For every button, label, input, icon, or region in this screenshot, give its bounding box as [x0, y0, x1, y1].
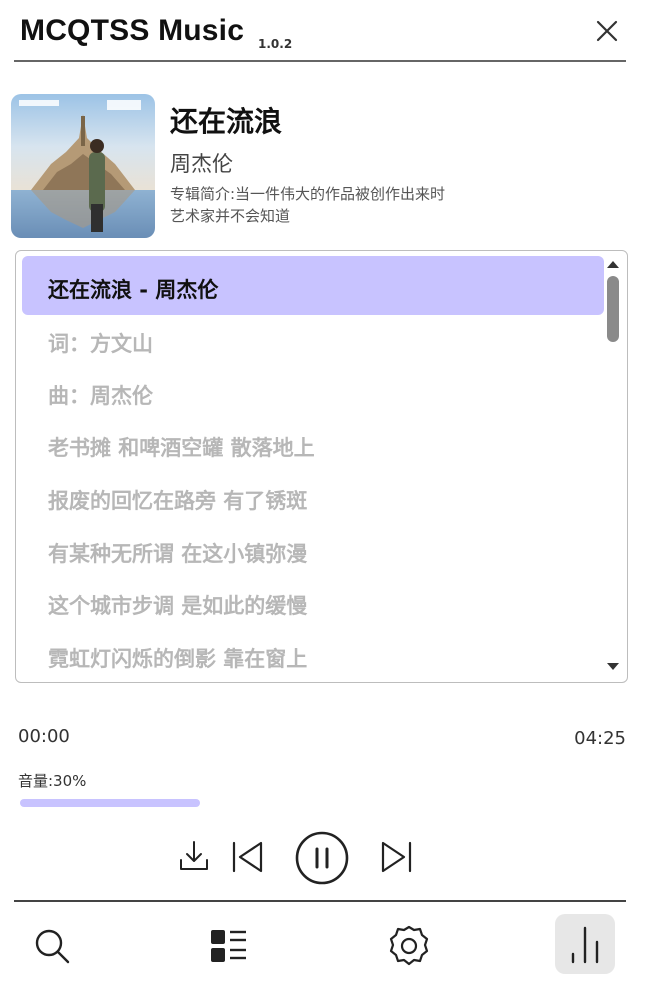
next-icon [381, 841, 412, 873]
album-description: 专辑简介:当一件伟大的作品被创作出来时 艺术家并不会知道 [170, 185, 446, 225]
previous-icon [232, 841, 263, 873]
nav-settings[interactable] [387, 924, 431, 972]
lyric-line[interactable]: 曲：周杰伦 [48, 380, 153, 410]
nav-search[interactable] [32, 926, 72, 970]
lyric-line[interactable]: 词：方文山 [48, 328, 153, 358]
current-time: 00:00 [18, 726, 70, 747]
lyric-active-text: 还在流浪 - 周杰伦 [48, 278, 219, 302]
lyric-line[interactable]: 这个城市步调 是如此的缓慢 [48, 590, 307, 620]
nav-playlist[interactable] [208, 926, 248, 970]
lyric-line[interactable]: 报废的回忆在路旁 有了锈斑 [48, 485, 307, 515]
download-icon [180, 841, 208, 870]
lyric-line[interactable]: 有某种无所谓 在这小镇弥漫 [48, 538, 307, 568]
header: MCQTSS Music 1.0.2 [0, 0, 645, 64]
scroll-down-arrow[interactable] [607, 663, 619, 670]
scrollbar-thumb[interactable] [607, 276, 619, 342]
footer-divider [14, 900, 626, 902]
download-button[interactable] [176, 838, 212, 874]
lyrics-panel[interactable]: 还在流浪 - 周杰伦 词：方文山 曲：周杰伦 老书摊 和啤酒空罐 散落地上 报废… [15, 250, 628, 683]
total-time: 04:25 [574, 728, 626, 749]
artist-name: 周杰伦 [170, 152, 233, 176]
header-divider [14, 60, 626, 62]
album-cover [11, 94, 155, 238]
next-button[interactable] [378, 838, 416, 876]
song-title: 还在流浪 [170, 105, 283, 138]
lyric-line[interactable]: 霓虹灯闪烁的倒影 靠在窗上 [48, 643, 307, 673]
close-button[interactable] [590, 14, 624, 48]
equalizer-icon [571, 926, 599, 964]
settings-icon [389, 925, 429, 966]
pause-icon [295, 831, 349, 885]
previous-button[interactable] [228, 838, 266, 876]
playlist-icon [211, 930, 246, 962]
volume-slider[interactable] [20, 799, 200, 807]
volume-label: 音量:30% [18, 772, 87, 790]
lyric-line[interactable]: 老书摊 和啤酒空罐 散落地上 [48, 432, 315, 462]
pause-button[interactable] [294, 830, 350, 886]
close-icon [596, 20, 618, 42]
lyric-active-line[interactable]: 还在流浪 - 周杰伦 [22, 256, 604, 315]
app-version: 1.0.2 [258, 37, 293, 51]
scroll-up-arrow[interactable] [607, 261, 619, 268]
app-title: MCQTSS Music [20, 14, 245, 47]
nav-equalizer[interactable] [555, 914, 615, 974]
search-icon [35, 929, 70, 964]
